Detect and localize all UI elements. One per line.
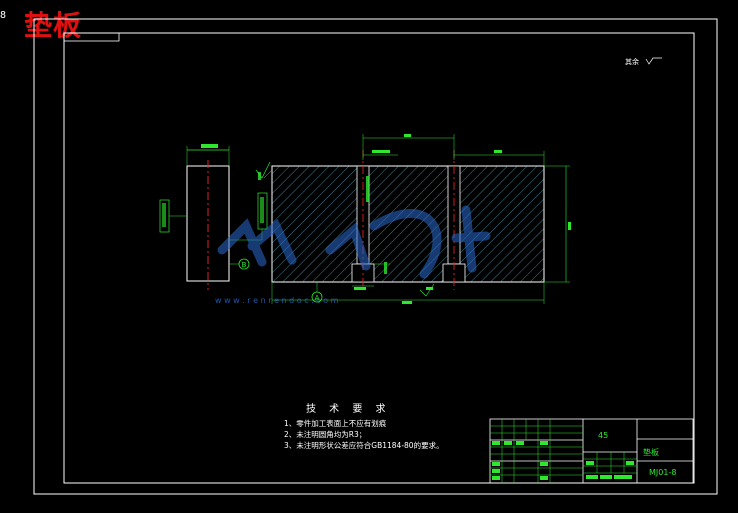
hole-annotation (366, 176, 369, 202)
roughness-symbol (645, 57, 662, 65)
watermark-url: w w w . r e n r e n d o c . c o m (215, 296, 339, 305)
material-text: 45 (598, 431, 608, 440)
drawing-canvas: 8 垫板 B A w w w . r e n r e n d o c . c o… (0, 0, 738, 513)
technical-requirements: 技 术 要 求 1、零件加工表面上不应有划痕 2、未注明圆角均为R3； 3、未注… (284, 400, 444, 451)
tech-req-item: 2、未注明圆角均为R3； (284, 430, 367, 439)
drawing-no-text: MJ01-8 (649, 468, 676, 477)
datum-b-label: B (242, 261, 247, 269)
roughness-note: 其余 (625, 58, 639, 66)
tech-req-item: 3、未注明形状公差应符合GB1184-80的要求。 (284, 441, 444, 450)
part-name-text: 垫板 (643, 447, 659, 457)
title-block-grid (490, 419, 637, 483)
tech-req-heading: 技 术 要 求 (306, 404, 391, 415)
side-dim-text (201, 144, 218, 148)
title-tag-box (63, 32, 120, 42)
tech-req-item: 1、零件加工表面上不应有划痕 (284, 419, 387, 428)
main-section-body (271, 165, 545, 283)
